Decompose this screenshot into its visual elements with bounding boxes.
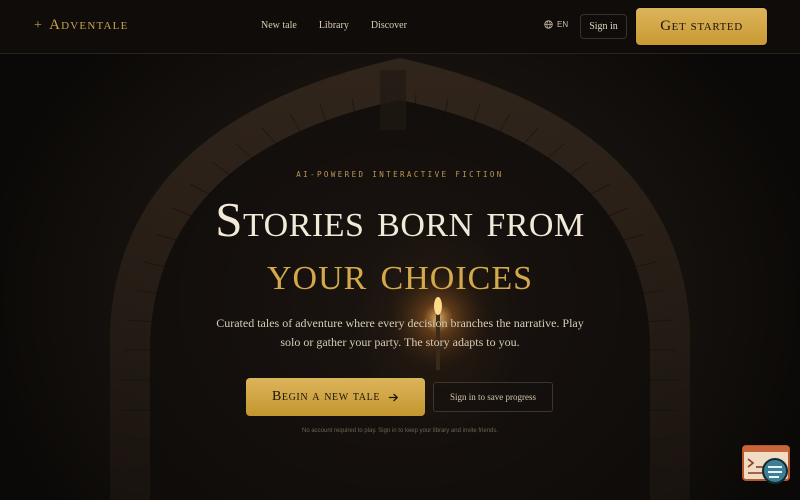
language-label: EN <box>557 20 569 29</box>
hero-subtitle: Curated tales of adventure where every d… <box>216 316 584 349</box>
get-started-button[interactable]: Get started <box>636 8 767 45</box>
nav-item-new-tale[interactable]: New tale <box>261 20 297 31</box>
nav-item-discover[interactable]: Discover <box>371 20 407 31</box>
main-nav: New tale Library Discover <box>261 20 407 31</box>
brand-logo[interactable]: + Adventale <box>34 17 129 34</box>
signin-button[interactable]: Sign in <box>580 14 627 39</box>
globe-icon <box>544 20 553 29</box>
brand-name: Adventale <box>49 17 129 33</box>
sign-in-to-save-button[interactable]: Sign in to save progress <box>433 382 553 412</box>
hero-title-line1: Stories born from <box>215 192 585 247</box>
language-selector[interactable]: EN <box>544 20 568 29</box>
top-navbar: + Adventale New tale Library Discover EN… <box>0 0 800 54</box>
nav-item-library[interactable]: Library <box>319 20 349 31</box>
brand-mark-icon: + <box>34 17 44 33</box>
chat-widget-icon[interactable] <box>742 445 790 487</box>
arrow-right-icon <box>388 393 398 401</box>
hero-footnote: No account required to play. Sign in to … <box>302 428 498 434</box>
hero-eyebrow: AI-POWERED INTERACTIVE FICTION <box>296 170 504 179</box>
hero-title-line2: your choices <box>266 245 534 300</box>
begin-new-tale-button[interactable]: Begin a new tale <box>246 378 425 416</box>
begin-new-tale-label: Begin a new tale <box>271 389 381 404</box>
